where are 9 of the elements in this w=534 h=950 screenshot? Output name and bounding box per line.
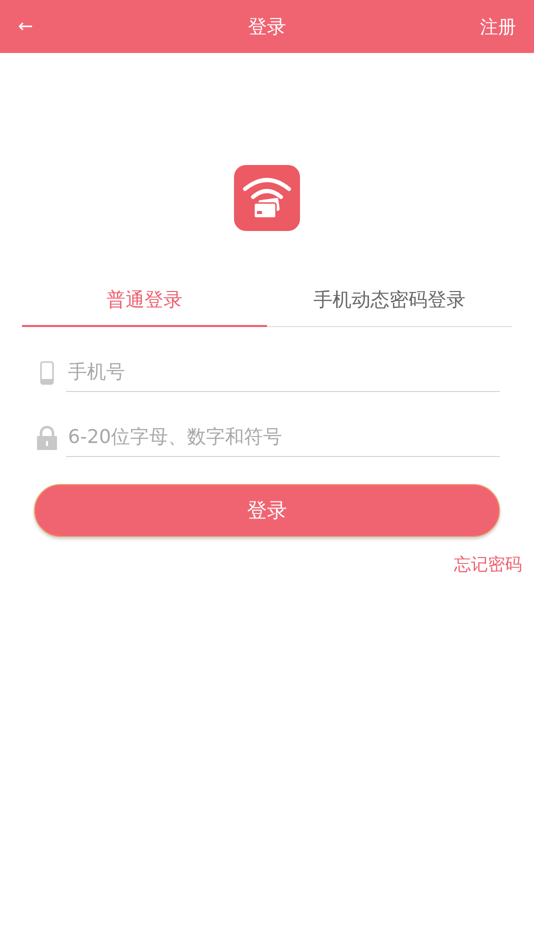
forgot-password-link[interactable]: 忘记密码 <box>454 553 522 576</box>
login-button[interactable]: 登录 <box>34 484 500 537</box>
page-title: 登录 <box>248 14 286 40</box>
back-button[interactable]: ← <box>14 16 38 37</box>
register-button[interactable]: 注册 <box>476 14 520 38</box>
login-tab[interactable]: 普通登录 <box>22 279 267 327</box>
wifi-card-logo-icon <box>234 165 300 231</box>
lock-icon <box>36 426 58 450</box>
login-tab[interactable]: 手机动态密码登录 <box>267 279 512 327</box>
